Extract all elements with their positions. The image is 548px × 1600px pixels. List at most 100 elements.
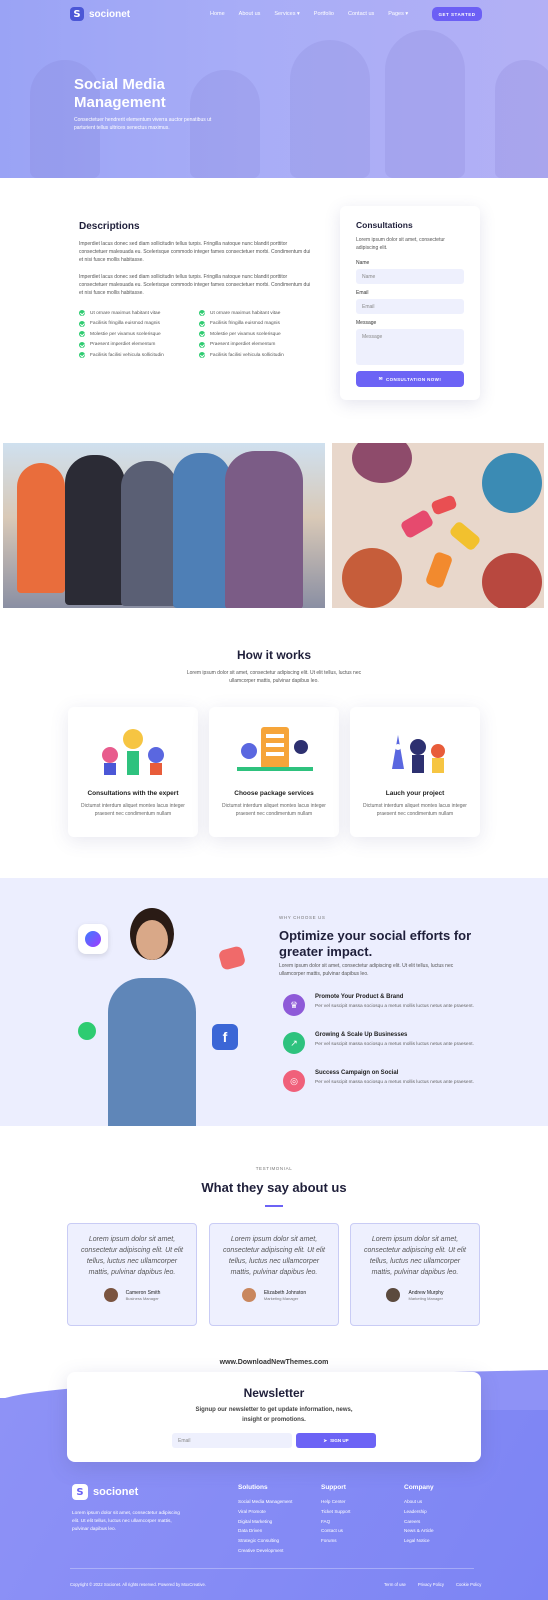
nav-home[interactable]: Home <box>210 11 225 17</box>
feature-checklist: Ut ornare maximus habitant vitae Ut orna… <box>79 310 309 358</box>
check-item: Praesent imperdiet elementum <box>79 341 199 348</box>
footer-solutions: Solutions Social Media Management Viral … <box>238 1484 292 1556</box>
signup-button[interactable]: ➤ SIGN UP <box>296 1433 376 1448</box>
face-shape <box>136 920 168 960</box>
check-icon <box>199 341 205 348</box>
person-name: Andrew Murphy <box>408 1289 444 1296</box>
footer-link[interactable]: Careers <box>404 1517 434 1527</box>
newsletter-subtitle-line1: Signup our newsletter to get update info… <box>195 1407 353 1413</box>
footer-link[interactable]: Legal Notice <box>404 1536 434 1546</box>
check-icon <box>79 310 85 316</box>
footer-link[interactable]: Digital Marketing <box>238 1517 292 1527</box>
testimonial-quote: Lorem ipsum dolor sit amet, consectetur … <box>81 1236 183 1276</box>
facebook-icon: f <box>212 1024 238 1050</box>
how-card-text: Dictumst interdum aliquet montes lacus i… <box>363 803 467 817</box>
check-text: Facilisis facilisi vehicula sollicitudin <box>90 352 164 358</box>
check-item: Facilisis facilisi vehicula sollicitudin <box>79 352 199 358</box>
legal-link-cookie[interactable]: Cookie Policy <box>456 1582 481 1587</box>
how-card: Lauch your project Dictumst interdum ali… <box>350 707 480 837</box>
why-feature: ♛ Promote Your Product & Brand Per vel su… <box>283 994 483 1016</box>
check-text: Ut ornare maximus habitant vitae <box>210 310 281 316</box>
check-item: Facilisis fringilla euismod magnis <box>79 320 199 327</box>
hero-bg-figure <box>290 40 370 178</box>
footer-link[interactable]: Strategic Consulting <box>238 1536 292 1546</box>
legal-link-privacy[interactable]: Privacy Policy <box>418 1582 444 1587</box>
rocket-launch-illustration-icon <box>392 735 445 773</box>
footer-link[interactable]: Leadership <box>404 1507 434 1517</box>
how-card: Choose package services Dictumst interdu… <box>209 707 339 837</box>
footer-divider <box>70 1568 474 1569</box>
legal-link-terms[interactable]: Term of use <box>384 1582 406 1587</box>
testimonial-card: Lorem ipsum dolor sit amet, consectetur … <box>350 1223 480 1326</box>
person-figure <box>65 455 125 605</box>
email-label: Email <box>356 290 369 296</box>
footer-link[interactable]: Creative Development <box>238 1546 292 1556</box>
hero-title: Social Media Management <box>74 76 166 112</box>
check-icon <box>79 320 85 327</box>
nav-contact[interactable]: Contact us <box>348 11 374 17</box>
notification-icon <box>217 945 247 971</box>
feature-title: Promote Your Product & Brand <box>315 994 404 1000</box>
nav-pages[interactable]: Pages ▾ <box>388 11 408 17</box>
avatar <box>241 1288 256 1302</box>
footer-link[interactable]: Forums <box>321 1536 350 1546</box>
check-icon <box>199 320 205 327</box>
how-card-text: Dictumst interdum aliquet montes lacus i… <box>81 803 185 817</box>
description-para-1: Imperdiet lacus donec sed diam sollicitu… <box>79 241 311 263</box>
footer-link[interactable]: Data Driven <box>238 1526 292 1536</box>
consultation-button-label: CONSULTATION NOW! <box>385 376 442 382</box>
chart-growth-icon: ↗ <box>283 1032 305 1054</box>
check-icon <box>79 352 85 358</box>
hero-subtitle-line1: Consectetuer hendrerit elementum viverra… <box>74 117 212 123</box>
person-figure <box>173 453 231 608</box>
nav-portfolio[interactable]: Portfolio <box>314 11 334 17</box>
why-text: Lorem ipsum dolor sit amet, consectetur … <box>279 963 454 977</box>
person-name: Elizabeth Johnston <box>263 1289 307 1296</box>
footer-logo[interactable]: S socionet <box>72 1484 138 1500</box>
why-eyebrow: WHY CHOOSE US <box>279 915 326 920</box>
footer-link[interactable]: News & Article <box>404 1526 434 1536</box>
hero-section: S socionet Home About us Services ▾ Port… <box>0 0 548 178</box>
woman-photo <box>108 908 196 1126</box>
newsletter-subtitle-line2: insight or promotions. <box>242 1416 306 1423</box>
name-field[interactable]: Name <box>356 269 464 284</box>
why-title-line2: greater impact. <box>279 943 373 959</box>
check-item: Ut ornare maximus habitant vitae <box>79 310 199 316</box>
email-field[interactable]: Email <box>356 299 464 314</box>
consultation-button[interactable]: ✉ CONSULTATION NOW! <box>356 371 464 387</box>
message-field[interactable]: Message <box>356 329 464 365</box>
testimonial-quote: Lorem ipsum dolor sit amet, consectetur … <box>223 1236 325 1276</box>
bubble-shape <box>430 494 458 516</box>
how-subtitle: Lorem ipsum dolor sit amet, consectetur … <box>0 669 548 685</box>
footer-link[interactable]: Help Center <box>321 1497 350 1507</box>
description-title: Descriptions <box>79 221 140 232</box>
footer-about: Lorem ipsum dolor sit amet, consectetur … <box>72 1511 180 1532</box>
nav-services[interactable]: Services ▾ <box>274 11 299 17</box>
footer-link[interactable]: FAQ <box>321 1517 350 1527</box>
like-icon <box>78 1022 96 1040</box>
footer-link[interactable]: Social Media Management <box>238 1497 292 1507</box>
person-figure <box>342 548 402 608</box>
check-icon <box>199 310 205 316</box>
check-icon <box>79 331 85 337</box>
check-text: Facilisis fringilla euismod magnis <box>210 321 280 326</box>
footer-link[interactable]: Viral Promote <box>238 1507 292 1517</box>
description-para-2: Imperdiet lacus donec sed diam sollicitu… <box>79 274 311 296</box>
nav-about[interactable]: About us <box>239 11 261 17</box>
hero-subtitle-line2: parturient tellus ultrices senectus maxi… <box>74 125 170 131</box>
person-name: Cameron Smith <box>125 1289 161 1296</box>
check-icon <box>199 352 205 358</box>
footer-link[interactable]: About us <box>404 1497 434 1507</box>
get-started-button[interactable]: GET STARTED <box>432 7 482 21</box>
footer-link[interactable]: Contact us <box>321 1526 350 1536</box>
feature-text: Per vel suscipit massa sociosqu a metus … <box>315 1004 474 1009</box>
check-text: Praesent imperdiet elementum <box>90 342 156 347</box>
brand-logo[interactable]: S socionet <box>70 7 130 21</box>
check-text: Molestie per vivamus scelerisque <box>210 331 281 337</box>
how-subtitle-line2: ullamcorper mattis, pulvinar dapibus leo… <box>229 678 319 684</box>
footer-link[interactable]: Ticket Support <box>321 1507 350 1517</box>
feature-title: Success Campaign on Social <box>315 1070 399 1076</box>
avatar <box>103 1288 118 1302</box>
newsletter-email-input[interactable]: Email <box>172 1433 292 1448</box>
feature-text: Per vel suscipit massa sociosqu a metus … <box>315 1080 474 1085</box>
